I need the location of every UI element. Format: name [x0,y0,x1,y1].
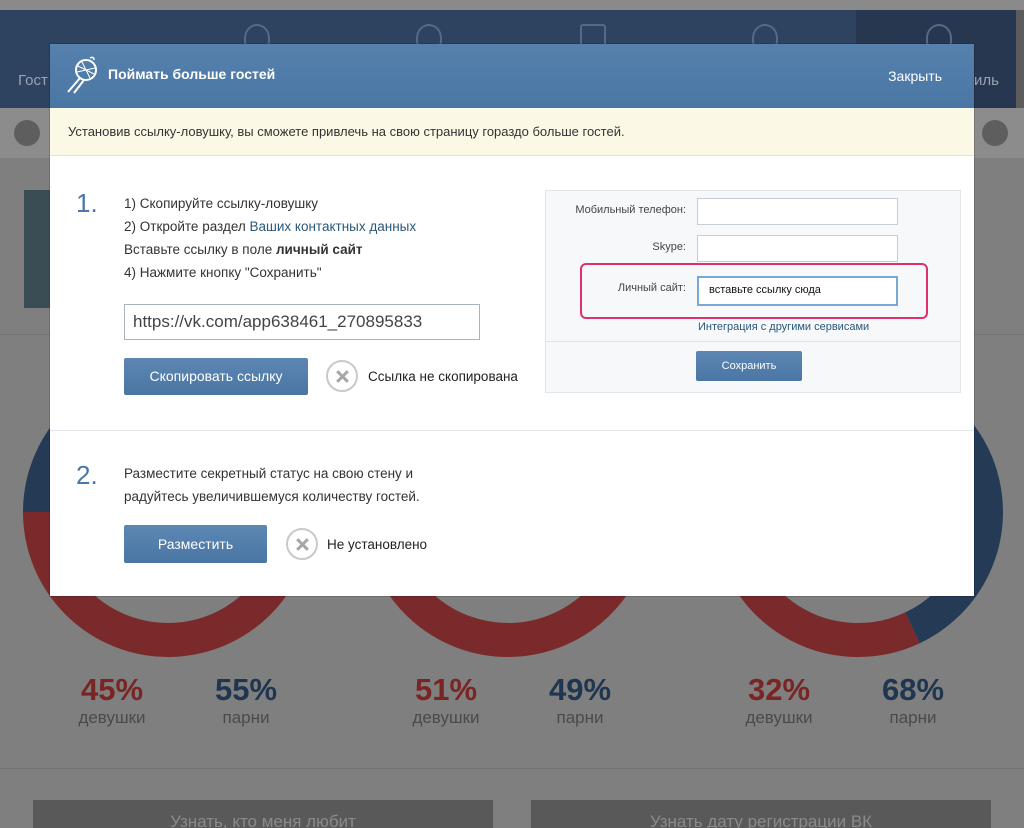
divider [50,430,974,431]
instruction-line: Разместите секретный статус на свою стен… [124,466,414,481]
girls-percent: 51% [414,672,478,707]
girls-label: девушки [412,708,480,727]
tab-profile[interactable]: иль [974,72,999,89]
personal-site-field: вставьте ссылку сюда [697,276,898,306]
step-2-instructions: Разместите секретный статус на свою стен… [124,462,420,508]
instruction-line: радуйтесь увеличившемуся количеству гост… [124,489,420,504]
step-number: 2. [76,460,98,490]
stat-boys-2: 49% парни [530,672,630,728]
dreamcatcher-icon [67,56,97,94]
illustration-save-button: Сохранить [696,351,802,381]
girls-label: девушки [78,708,146,727]
dialog-title: Поймать больше гостей [108,66,276,82]
stat-girls-3: 32% девушки [729,672,829,728]
girls-percent: 32% [747,672,811,707]
trap-link-field[interactable]: https://vk.com/app638461_270895833 [124,304,480,340]
boys-label: парни [889,708,937,727]
scroll-gutter [1016,10,1024,108]
gear-icon[interactable] [982,120,1008,146]
skype-field [697,235,898,262]
contact-info-link[interactable]: Ваших контактных данных [250,219,417,234]
integration-link: Интеграция с другими сервисами [698,321,870,333]
instruction-text: Вставьте ссылку в поле [124,242,276,257]
post-status: Не установлено [327,537,428,552]
top-strip [0,0,1024,10]
mobile-phone-label: Мобильный телефон: [575,204,686,216]
not-done-icon [286,528,318,560]
copy-link-button[interactable]: Скопировать ссылку [124,358,308,395]
step-1-section: 1. 1) Скопируйте ссылку-ловушку 2) Откро… [50,156,974,431]
help-icon[interactable] [14,120,40,146]
tab-guests[interactable]: Гост [18,72,48,89]
girls-label: девушки [745,708,813,727]
mobile-phone-field [697,198,898,225]
instruction-text: 2) Откройте раздел [124,219,250,234]
divider [546,341,960,342]
not-done-icon [326,360,358,392]
boys-percent: 49% [548,672,612,707]
who-loves-me-button[interactable]: Узнать, кто меня любит [33,800,493,828]
boys-percent: 55% [214,672,278,707]
personal-site-label: Личный сайт: [617,282,686,294]
post-status-button[interactable]: Разместить [124,525,267,563]
skype-label: Skype: [652,241,686,253]
boys-label: парни [556,708,604,727]
step-number: 1. [76,188,98,218]
instruction-line: 2) Откройте раздел Ваших контактных данн… [124,215,416,238]
dialog-header: Поймать больше гостей Закрыть [50,44,974,108]
close-button[interactable]: Закрыть [888,68,942,84]
copy-status: Ссылка не скопирована [368,369,518,384]
instruction-line: 1) Скопируйте ссылку-ловушку [124,196,319,211]
stat-boys-1: 55% парни [196,672,296,728]
step-2-section: 2. Разместите секретный статус на свою с… [50,432,974,596]
info-notice: Установив ссылку-ловушку, вы сможете при… [50,108,974,156]
step-1-instructions: 1) Скопируйте ссылку-ловушку 2) Откройте… [124,192,416,284]
stat-girls-2: 51% девушки [396,672,496,728]
instruction-line: Вставьте ссылку в поле личный сайт [124,238,416,261]
catch-guests-dialog: Поймать больше гостей Закрыть Установив … [50,44,974,596]
registration-date-button[interactable]: Узнать дату регистрации ВК [531,800,991,828]
stat-girls-1: 45% девушки [62,672,162,728]
divider [0,768,1024,769]
boys-label: парни [222,708,270,727]
girls-percent: 45% [80,672,144,707]
stat-boys-3: 68% парни [863,672,963,728]
instruction-line: 4) Нажмите кнопку "Сохранить" [124,265,322,280]
boys-percent: 68% [881,672,945,707]
contact-form-illustration: Мобильный телефон: Skype: Личный сайт: в… [545,190,961,393]
personal-site-emphasis: личный сайт [275,242,363,257]
